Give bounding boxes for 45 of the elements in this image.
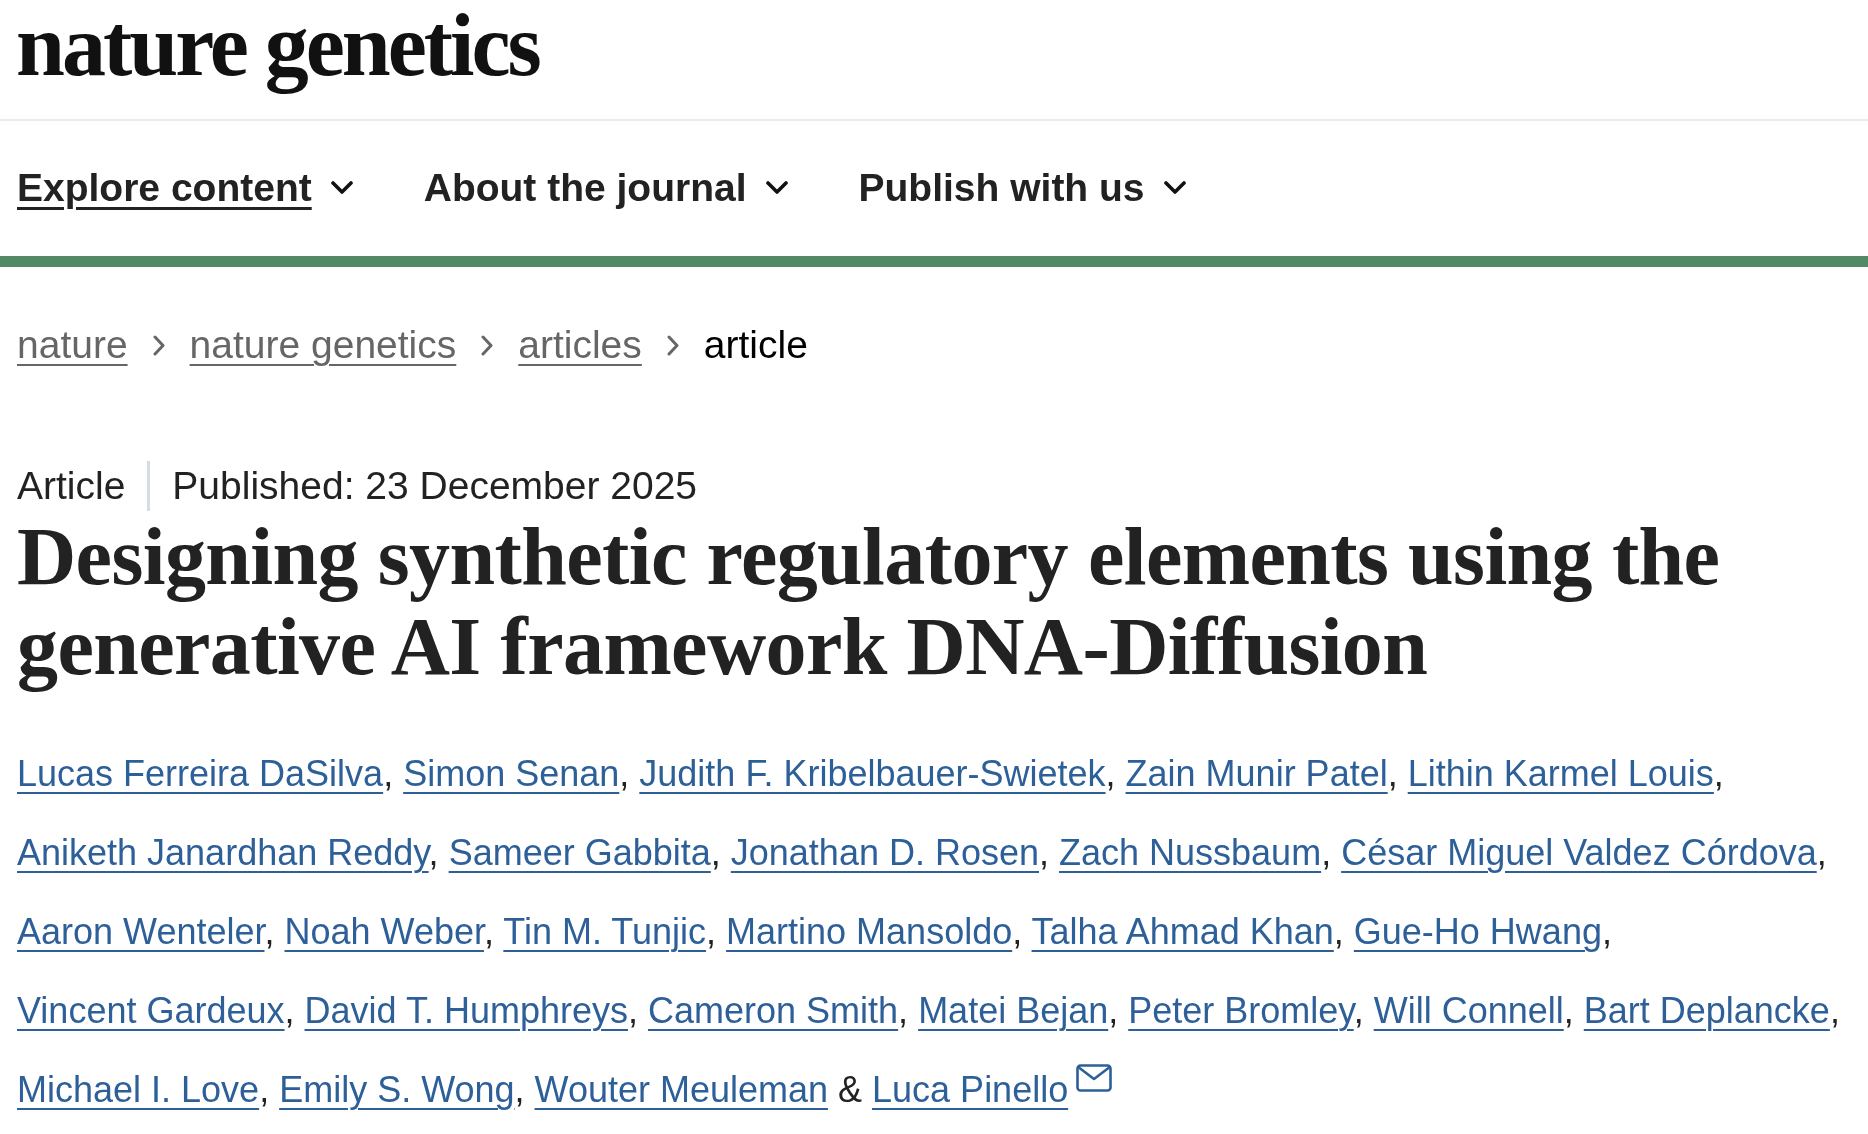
author-link[interactable]: César Miguel Valdez Córdova <box>1341 832 1817 873</box>
author-link[interactable]: Tin M. Tunjic <box>503 911 707 952</box>
author-link[interactable]: Talha Ahmad Khan <box>1031 911 1334 952</box>
breadcrumb-link[interactable]: articles <box>518 321 642 369</box>
author-link[interactable]: Will Connell <box>1373 990 1564 1031</box>
author-link[interactable]: Lucas Ferreira DaSilva <box>17 753 384 794</box>
author-link[interactable]: Michael I. Love <box>17 1069 260 1110</box>
chevron-down-icon <box>765 181 788 196</box>
author-link[interactable]: Aaron Wenteler <box>17 911 265 952</box>
chevron-right-icon <box>152 334 165 356</box>
author-link[interactable]: Gue-Ho Hwang <box>1353 911 1602 952</box>
author-link[interactable]: David T. Humphreys <box>304 990 628 1031</box>
author-link[interactable]: Luca Pinello <box>872 1069 1069 1110</box>
breadcrumb-link[interactable]: nature genetics <box>189 321 457 369</box>
nav-menu-button[interactable]: Publish with us <box>858 165 1186 212</box>
author-link[interactable]: Judith F. Kribelbauer-Swietek <box>639 753 1106 794</box>
publication-date: Published: 23 December 2025 <box>172 463 698 509</box>
author-link[interactable]: Peter Bromley <box>1128 990 1354 1031</box>
breadcrumb-link[interactable]: nature <box>17 321 128 369</box>
author-link[interactable]: Jonathan D. Rosen <box>730 832 1039 873</box>
article-type: Article <box>17 463 126 509</box>
author-link[interactable]: Zach Nussbaum <box>1059 832 1322 873</box>
author-link[interactable]: Wouter Meuleman <box>534 1069 829 1110</box>
chevron-right-icon <box>666 334 679 356</box>
author-link[interactable]: Emily S. Wong <box>279 1069 515 1110</box>
author-link[interactable]: Aniketh Janardhan Reddy <box>17 832 429 873</box>
nav-menu-button[interactable]: About the journal <box>423 165 788 212</box>
author-link[interactable]: Matei Bejan <box>918 990 1109 1031</box>
article-title: Designing synthetic regulatory elements using the generative AI framework DNA-Diffusion <box>17 512 1721 692</box>
author-link[interactable]: Simon Senan <box>403 753 620 794</box>
author-link[interactable]: Zain Munir Patel <box>1125 753 1388 794</box>
author-list: Lucas Ferreira DaSilva, Simon Senan, Judith F. Kribelbauer-Swietek, Zain Munir Patel, Lithin Karmel Louis, Aniketh Janardhan Reddy, Sameer Gabbita, Jonathan D. Rosen, Zach Nussbaum, César Miguel Valdez Córdova, Aaron Wenteler, Noah Weber, Tin M. Tunjic, Martino Mansoldo, Talha Ahmad Khan, Gue-Ho Hwang, Vincent Gardeux, David T. Humphreys, Cameron Smith, Matei Bejan, Peter Bromley, Will Connell, Bart Deplancke, Michael I. Love, Emily S. Wong, Wouter Meuleman & Luca Pinello <box>17 734 1851 1129</box>
author-link[interactable]: Martino Mansoldo <box>726 911 1013 952</box>
author-link[interactable]: Bart Deplancke <box>1583 990 1830 1031</box>
author-link[interactable]: Lithin Karmel Louis <box>1407 753 1714 794</box>
chevron-down-icon <box>330 181 353 196</box>
nav-menu-button[interactable]: Explore content <box>17 165 353 212</box>
breadcrumb-current: article <box>703 322 808 368</box>
chevron-down-icon <box>1163 181 1186 196</box>
chevron-right-icon <box>481 334 494 356</box>
author-link[interactable]: Sameer Gabbita <box>448 832 711 873</box>
author-link[interactable]: Vincent Gardeux <box>17 990 285 1031</box>
author-link[interactable]: Cameron Smith <box>648 990 899 1031</box>
author-link[interactable]: Noah Weber <box>284 911 484 952</box>
mail-icon[interactable] <box>1076 1064 1113 1092</box>
